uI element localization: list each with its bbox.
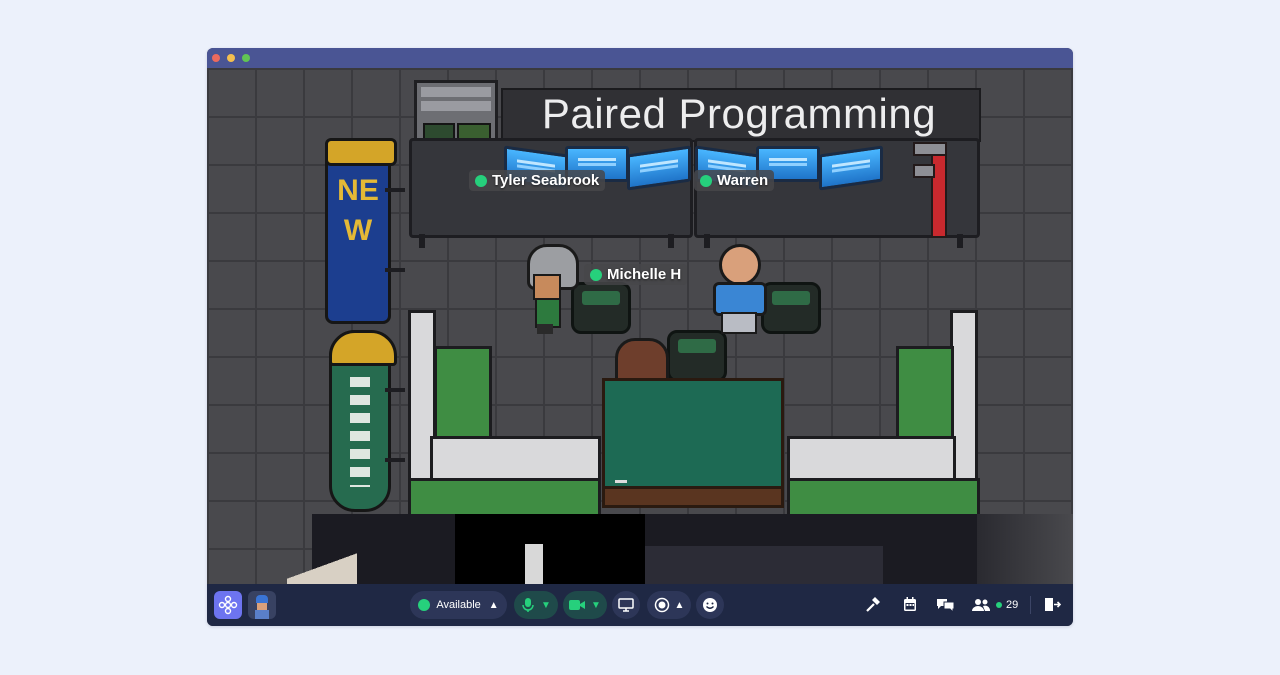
player-nametag[interactable]: Michelle H xyxy=(584,264,688,285)
leave-button[interactable] xyxy=(1043,597,1061,613)
sofa-right-back xyxy=(787,436,956,484)
online-dot xyxy=(996,602,1002,608)
sofa-left-bottom xyxy=(408,478,601,518)
video-camera-icon xyxy=(569,600,586,610)
people-icon xyxy=(972,599,990,611)
available-status-dot xyxy=(418,599,431,611)
status-selector[interactable]: Available ▲ xyxy=(410,591,507,619)
new-sign-text: NEW xyxy=(337,174,379,247)
user-avatar-button[interactable] xyxy=(248,591,276,619)
app-logo-button[interactable] xyxy=(214,591,242,619)
microphone-toggle[interactable]: ▼ xyxy=(514,591,558,619)
microphone-icon xyxy=(522,598,534,612)
player-nametag[interactable]: Tyler Seabrook xyxy=(469,170,606,191)
sofa-right-seat xyxy=(896,346,954,442)
chevron-up-icon: ▲ xyxy=(488,599,499,611)
new-sign: NEW xyxy=(325,138,397,324)
screen-share-button[interactable] xyxy=(612,591,640,619)
player-name: Michelle H xyxy=(607,266,682,283)
avatar xyxy=(256,595,268,603)
participants-button[interactable]: 29 xyxy=(972,596,1022,614)
online-status-dot xyxy=(590,268,602,281)
build-tool-button[interactable] xyxy=(864,597,882,613)
wrench-decoration xyxy=(931,146,947,238)
participant-count: 29 xyxy=(1006,599,1019,611)
close-window-dot[interactable] xyxy=(212,54,220,62)
status-label: Available xyxy=(436,599,481,611)
record-icon xyxy=(654,597,669,613)
exit-door-icon xyxy=(1044,598,1061,611)
toolbar-divider xyxy=(1030,596,1031,614)
chevron-down-icon[interactable]: ▼ xyxy=(591,600,601,611)
online-status-dot xyxy=(475,174,487,187)
room-sign-text: Paired Programming xyxy=(541,90,937,137)
chevron-up-icon[interactable]: ▲ xyxy=(675,600,685,611)
avatar-michelle[interactable] xyxy=(525,244,579,334)
sofa-left-seat xyxy=(434,346,492,442)
avatar-warren[interactable] xyxy=(713,244,767,334)
window-titlebar xyxy=(207,48,1073,68)
emoji-reaction-button[interactable] xyxy=(696,591,724,619)
hammer-icon xyxy=(866,597,880,612)
app-window: Paired Programming NEW Tyler Seabrook Wa… xyxy=(207,48,1073,626)
player-name: Warren xyxy=(717,172,769,189)
bottom-toolbar: Available ▲ ▼ ▼ ▲ 29 xyxy=(207,584,1073,626)
chevron-down-icon[interactable]: ▼ xyxy=(541,600,551,611)
green-sign xyxy=(329,330,397,512)
game-map[interactable]: Paired Programming NEW Tyler Seabrook Wa… xyxy=(207,68,1073,584)
screen-share-icon xyxy=(618,598,634,612)
office-chair xyxy=(571,282,631,334)
chat-bubbles-icon xyxy=(936,599,954,614)
smiley-icon xyxy=(703,598,717,612)
minimize-window-dot[interactable] xyxy=(227,54,235,62)
chat-button[interactable] xyxy=(935,597,955,614)
online-status-dot xyxy=(700,174,712,187)
office-chair xyxy=(761,282,821,334)
office-chair xyxy=(667,330,727,382)
calendar-icon xyxy=(904,597,916,611)
record-button[interactable]: ▲ xyxy=(647,591,691,619)
network-logo-icon xyxy=(218,595,238,615)
player-name: Tyler Seabrook xyxy=(492,172,600,189)
sofa-left-back xyxy=(430,436,601,484)
coffee-table xyxy=(602,378,784,494)
player-nametag[interactable]: Warren xyxy=(694,170,775,191)
sofa-right-bottom xyxy=(787,478,980,518)
redacted-area xyxy=(455,514,645,584)
calendar-button[interactable] xyxy=(901,597,919,613)
maximize-window-dot[interactable] xyxy=(242,54,250,62)
camera-toggle[interactable]: ▼ xyxy=(563,591,607,619)
